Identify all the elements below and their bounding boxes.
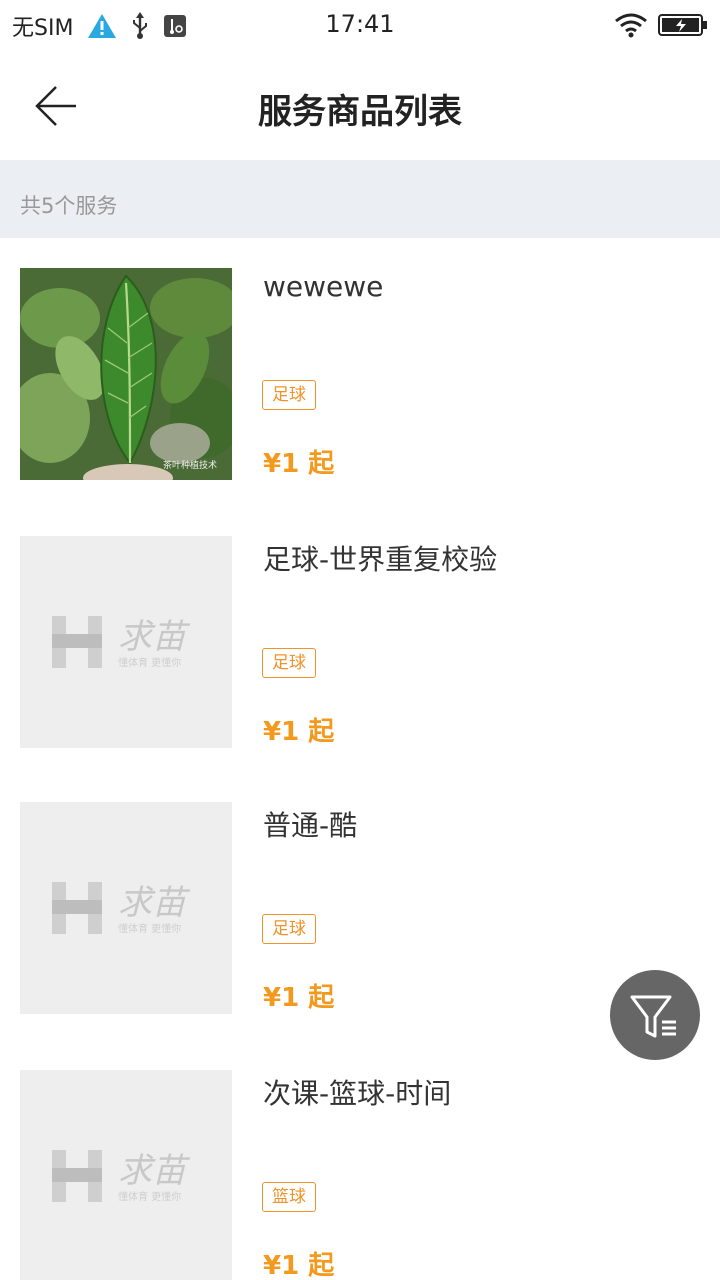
service-item[interactable]: 求苗 懂体育 更懂你 足球-世界重复校验 足球 ¥1 起: [0, 506, 720, 772]
service-price: ¥1 起: [263, 717, 335, 747]
svg-text:懂体育 更懂你: 懂体育 更懂你: [118, 1190, 181, 1203]
service-thumbnail: 求苗 懂体育 更懂你: [20, 802, 232, 1014]
filter-list-icon: [630, 995, 676, 1038]
category-tag: 篮球: [262, 1182, 316, 1212]
category-tag: 足球: [262, 914, 316, 944]
service-price: ¥1 起: [263, 1251, 335, 1280]
service-thumbnail: 求苗 懂体育 更懂你: [20, 536, 232, 748]
service-title: 足球-世界重复校验: [263, 543, 498, 576]
service-count: 共5个服务: [20, 194, 118, 218]
service-title: 普通-酷: [263, 809, 358, 842]
placeholder-logo: 求苗 懂体育 更懂你: [52, 882, 191, 935]
page-title: 服务商品列表: [258, 92, 462, 132]
header: 服务商品列表: [0, 50, 720, 160]
battery-charging-icon: [658, 14, 707, 36]
svg-text:懂体育 更懂你: 懂体育 更懂你: [118, 656, 181, 669]
status-bar: 无SIM 17:41: [0, 0, 720, 50]
placeholder-logo: 求苗 懂体育 更懂你: [52, 1150, 191, 1203]
wifi-icon: [615, 13, 647, 38]
service-title: 次课-篮球-时间: [263, 1077, 452, 1110]
category-tag: 足球: [262, 380, 316, 410]
svg-text:求苗: 求苗: [118, 617, 191, 657]
svg-text:求苗: 求苗: [118, 1151, 191, 1191]
status-time: 17:41: [325, 10, 395, 38]
filter-button[interactable]: [610, 970, 700, 1060]
service-thumbnail: 求苗 懂体育 更懂你: [20, 1070, 232, 1280]
service-item[interactable]: 求苗 懂体育 更懂你 次课-篮球-时间 篮球 ¥1 起: [0, 1040, 720, 1280]
service-item[interactable]: 茶叶种植技术 wewewe 足球 ¥1 起: [0, 238, 720, 504]
placeholder-logo: 求苗 懂体育 更懂你: [52, 616, 191, 669]
status-right: [614, 12, 708, 38]
service-title: wewewe: [263, 270, 384, 303]
tea-leaf-photo: 茶叶种植技术: [20, 268, 232, 480]
summary-bar: 共5个服务: [0, 160, 720, 238]
service-thumbnail: 茶叶种植技术: [20, 268, 232, 480]
svg-text:懂体育 更懂你: 懂体育 更懂你: [118, 922, 181, 935]
service-price: ¥1 起: [263, 983, 335, 1013]
photo-watermark: 茶叶种植技术: [163, 459, 217, 471]
category-tag: 足球: [262, 648, 316, 678]
svg-text:求苗: 求苗: [118, 883, 191, 923]
service-price: ¥1 起: [263, 449, 335, 479]
